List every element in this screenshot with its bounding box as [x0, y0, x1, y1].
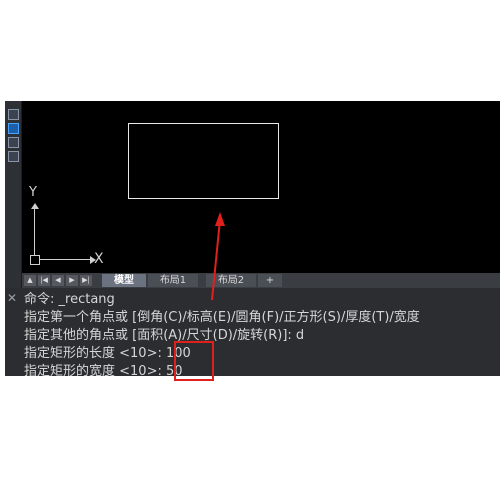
annotation-arrow-icon	[211, 212, 225, 301]
